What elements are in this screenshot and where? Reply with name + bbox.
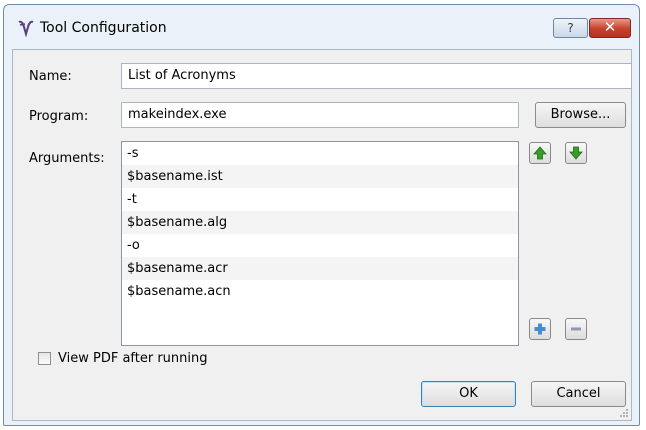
program-input[interactable]: makeindex.exe [121, 102, 519, 128]
app-logo-icon [18, 20, 34, 37]
list-item[interactable]: -s [122, 142, 518, 165]
window-title: Tool Configuration [40, 20, 167, 36]
list-item[interactable]: $basename.ist [122, 165, 518, 188]
name-label: Name: [29, 69, 72, 84]
list-item[interactable]: $basename.acn [122, 280, 518, 303]
program-label: Program: [29, 109, 89, 124]
cancel-button[interactable]: Cancel [531, 381, 626, 407]
dialog-body: Name: List of Acronyms Program: makeinde… [12, 49, 632, 421]
ok-button[interactable]: OK [421, 381, 516, 407]
close-button[interactable]: ✕ [589, 18, 631, 38]
plus-icon [534, 323, 546, 335]
browse-button[interactable]: Browse... [535, 102, 626, 128]
resize-grip-icon[interactable] [619, 408, 629, 418]
list-item[interactable]: -t [122, 188, 518, 211]
tool-configuration-dialog: Tool Configuration ? ✕ Name: List of Acr… [3, 4, 640, 426]
move-up-button[interactable] [529, 142, 551, 164]
green-up-arrow-icon [533, 146, 547, 160]
green-down-arrow-icon [569, 146, 583, 160]
view-pdf-label: View PDF after running [58, 351, 208, 366]
arguments-label: Arguments: [29, 151, 105, 166]
list-item[interactable]: $basename.acr [122, 257, 518, 280]
add-argument-button[interactable] [529, 318, 551, 340]
title-bar: Tool Configuration ? ✕ [4, 5, 639, 51]
list-item[interactable]: -o [122, 234, 518, 257]
list-item[interactable]: $basename.alg [122, 211, 518, 234]
view-pdf-checkbox[interactable] [38, 352, 51, 365]
arguments-list[interactable]: -s $basename.ist -t $basename.alg -o $ba… [121, 141, 519, 346]
help-button[interactable]: ? [553, 18, 588, 38]
minus-icon [571, 327, 581, 331]
remove-argument-button[interactable] [565, 318, 587, 340]
name-input[interactable]: List of Acronyms [121, 63, 632, 89]
move-down-button[interactable] [565, 142, 587, 164]
